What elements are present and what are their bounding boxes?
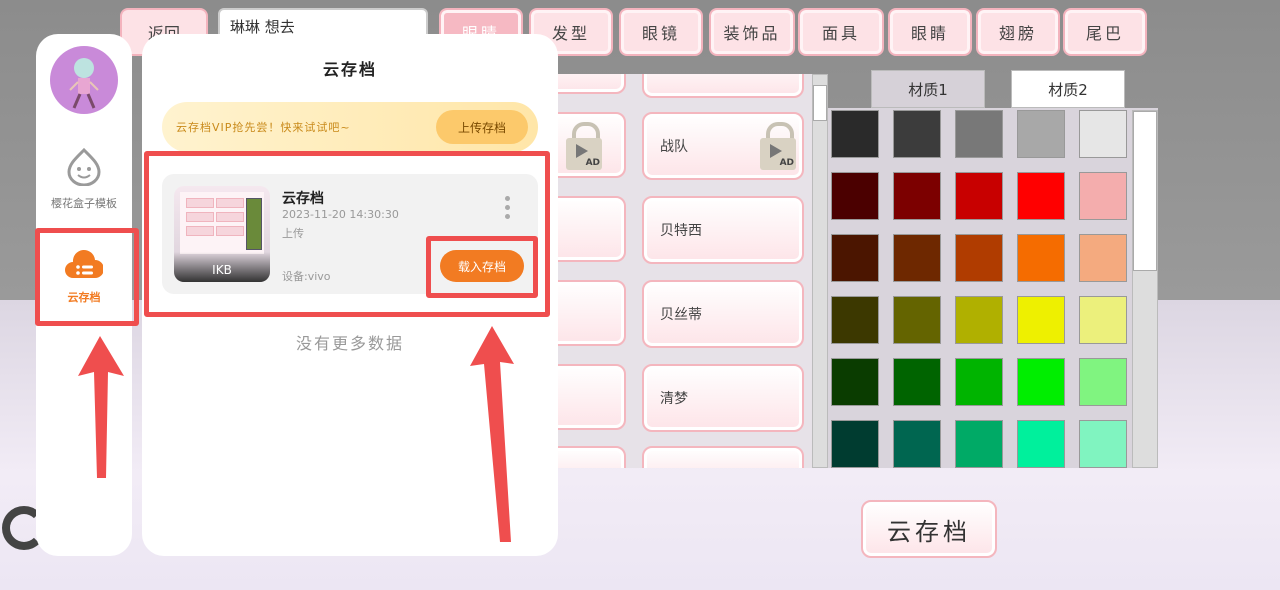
tab-7[interactable]: 尾巴 <box>1063 8 1147 56</box>
ad-lock-icon: AD <box>566 122 602 170</box>
color-swatch[interactable] <box>1079 110 1127 158</box>
color-swatch[interactable] <box>955 420 1003 468</box>
upload-save-button[interactable]: 上传存档 <box>436 110 528 144</box>
material-tab-1[interactable]: 材质1 <box>871 70 985 108</box>
color-swatch[interactable] <box>893 234 941 282</box>
color-swatch[interactable] <box>831 234 879 282</box>
item-card-right-4[interactable]: 清梦 <box>642 364 804 432</box>
item-card-left[interactable] <box>556 280 626 346</box>
highlight-sidebar-cloud <box>35 228 139 326</box>
tab-5[interactable]: 眼睛 <box>888 8 972 56</box>
item-card-right[interactable] <box>642 446 804 468</box>
color-swatch[interactable] <box>1017 420 1065 468</box>
item-card-left[interactable] <box>556 74 626 94</box>
color-swatch[interactable] <box>831 296 879 344</box>
item-label: 贝丝蒂 <box>660 307 702 323</box>
ad-lock-icon: AD <box>760 122 796 170</box>
color-swatch[interactable] <box>893 110 941 158</box>
color-swatch[interactable] <box>1017 358 1065 406</box>
color-swatch[interactable] <box>955 234 1003 282</box>
item-card-right-3[interactable]: 贝丝蒂 <box>642 280 804 348</box>
item-card-left[interactable] <box>556 196 626 262</box>
item-scrollbar[interactable] <box>812 74 828 468</box>
color-swatch[interactable] <box>1079 172 1127 220</box>
color-swatch[interactable] <box>831 110 879 158</box>
sidebar-item-label: 樱花盒子模板 <box>51 197 117 210</box>
palette-scrollbar[interactable] <box>1132 110 1158 468</box>
item-card-left[interactable] <box>556 364 626 430</box>
panel-title: 云存档 <box>322 60 377 79</box>
item-card-right[interactable] <box>642 74 804 98</box>
item-card-left[interactable]: AD <box>556 112 626 178</box>
tab-6[interactable]: 翅膀 <box>976 8 1060 56</box>
smiley-drop-icon <box>36 147 132 189</box>
color-swatch[interactable] <box>955 110 1003 158</box>
color-swatch[interactable] <box>1079 358 1127 406</box>
color-swatch[interactable] <box>1079 234 1127 282</box>
color-swatch[interactable] <box>1017 172 1065 220</box>
item-label: 贝特西 <box>660 223 702 239</box>
color-swatch[interactable] <box>1017 234 1065 282</box>
item-card-right-1[interactable]: 战队 AD <box>642 112 804 180</box>
item-label: 战队 <box>660 139 688 155</box>
tab-4[interactable]: 面具 <box>798 8 884 56</box>
material-tab-2[interactable]: 材质2 <box>1011 70 1125 108</box>
color-swatch[interactable] <box>1079 296 1127 344</box>
color-swatch[interactable] <box>893 172 941 220</box>
tab-2[interactable]: 眼镜 <box>619 8 703 56</box>
vip-text: 云存档VIP抢先尝！快来试试吧~ <box>176 121 351 134</box>
no-more-data-text: 没有更多数据 <box>295 334 404 353</box>
item-list-panel: AD 战队 AD 贝特西 贝丝蒂 清梦 <box>556 74 828 468</box>
color-palette <box>828 108 1158 468</box>
item-card-right-2[interactable]: 贝特西 <box>642 196 804 264</box>
color-swatch[interactable] <box>893 296 941 344</box>
color-swatch[interactable] <box>893 358 941 406</box>
vip-banner: 云存档VIP抢先尝！快来试试吧~ 上传存档 <box>162 102 538 152</box>
color-swatch[interactable] <box>955 172 1003 220</box>
color-swatch[interactable] <box>1079 420 1127 468</box>
color-swatch[interactable] <box>831 172 879 220</box>
highlight-load-button <box>426 236 538 298</box>
color-swatch[interactable] <box>831 358 879 406</box>
color-swatch[interactable] <box>1017 296 1065 344</box>
color-swatch[interactable] <box>955 358 1003 406</box>
item-card-left[interactable] <box>556 446 626 468</box>
color-swatch[interactable] <box>893 420 941 468</box>
user-avatar[interactable] <box>50 46 118 114</box>
cloud-save-button[interactable]: 云存档 <box>861 500 997 558</box>
color-swatch[interactable] <box>831 420 879 468</box>
tab-3[interactable]: 装饰品 <box>709 8 795 56</box>
color-swatch[interactable] <box>1017 110 1065 158</box>
color-swatch[interactable] <box>955 296 1003 344</box>
item-label: 清梦 <box>660 391 688 407</box>
sidebar-item-template[interactable]: 樱花盒子模板 <box>36 147 132 211</box>
